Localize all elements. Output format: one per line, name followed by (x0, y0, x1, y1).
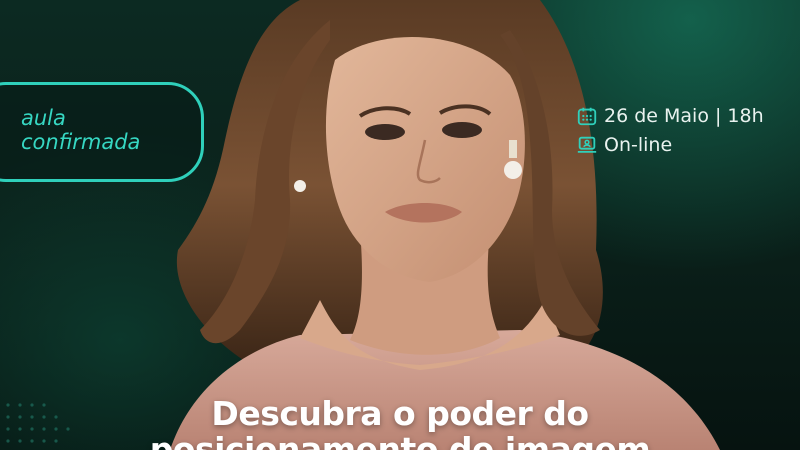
event-date-row: 26 de Maio | 18h (576, 102, 764, 130)
event-location-row: On-line (576, 131, 764, 159)
headline-line-2: posicionamento de imagem (149, 430, 651, 450)
headline-line-1: Descubra o poder do (211, 394, 589, 433)
headline: Descubra o poder do posicionamento de im… (0, 396, 800, 450)
event-location: On-line (604, 134, 673, 156)
speaker-portrait (170, 0, 720, 450)
badge-label: aula confirmada (21, 106, 140, 154)
badge-line-1: aula (21, 106, 66, 130)
computer-icon (577, 136, 597, 153)
event-banner: aula confirmada 26 de Maio | 18h On-line (0, 0, 800, 450)
event-info: 26 de Maio | 18h On-line (576, 102, 764, 160)
event-date: 26 de Maio | 18h (604, 105, 764, 127)
calendar-icon (577, 107, 597, 126)
badge-line-2: confirmada (21, 130, 141, 154)
